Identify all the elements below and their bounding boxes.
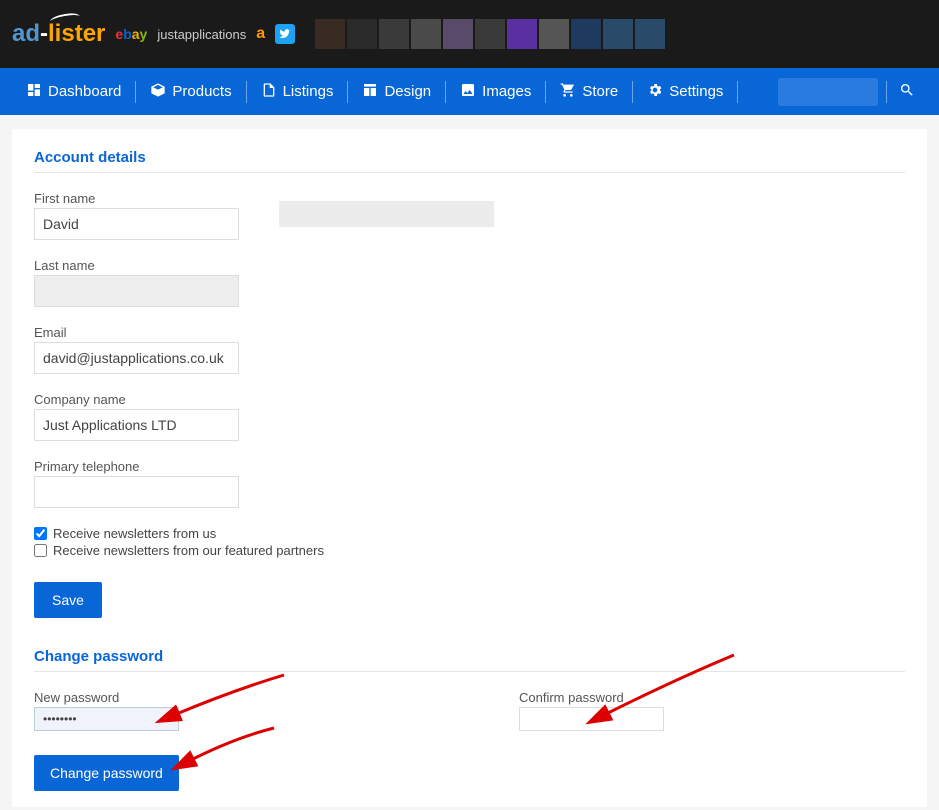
- page-content: Account details First name Last name Ema…: [12, 129, 927, 807]
- swatch: [507, 19, 537, 49]
- swatch: [571, 19, 601, 49]
- nav-images[interactable]: Images: [446, 68, 545, 115]
- nav-label: Products: [172, 83, 231, 100]
- twitter-icon[interactable]: [275, 24, 295, 44]
- field-new-password: New password: [34, 690, 179, 731]
- amazon-icon[interactable]: a: [256, 25, 265, 43]
- confirm-password-label: Confirm password: [519, 690, 664, 705]
- newsletter-partners-checkbox[interactable]: [34, 544, 47, 557]
- nav-dashboard[interactable]: Dashboard: [12, 68, 135, 115]
- email-label: Email: [34, 325, 905, 340]
- listings-icon: [261, 82, 277, 101]
- newsletter-us-checkbox[interactable]: [34, 527, 47, 540]
- checkbox-newsletter-us[interactable]: Receive newsletters from us: [34, 526, 905, 541]
- section-change-password: Change password: [34, 648, 905, 672]
- phone-label: Primary telephone: [34, 459, 905, 474]
- swatch: [603, 19, 633, 49]
- logo-part1: ad: [12, 20, 40, 48]
- nav-label: Images: [482, 83, 531, 100]
- swatch: [315, 19, 345, 49]
- confirm-password-input[interactable]: [519, 707, 664, 731]
- nav-label: Listings: [283, 83, 334, 100]
- redacted-patch: [279, 201, 494, 227]
- nav-search-button[interactable]: [887, 68, 927, 115]
- design-icon: [362, 82, 378, 101]
- nav-label: Design: [384, 83, 431, 100]
- first-name-input[interactable]: [34, 208, 239, 240]
- email-input[interactable]: [34, 342, 239, 374]
- phone-input[interactable]: [34, 476, 239, 508]
- ebay-logo[interactable]: ebay: [115, 26, 147, 42]
- nav-listings[interactable]: Listings: [247, 68, 348, 115]
- justapplications-link[interactable]: justapplications: [157, 27, 246, 42]
- nav-design[interactable]: Design: [348, 68, 445, 115]
- company-label: Company name: [34, 392, 905, 407]
- field-company: Company name: [34, 392, 905, 441]
- images-icon: [460, 82, 476, 101]
- checkbox-label: Receive newsletters from our featured pa…: [53, 543, 324, 558]
- last-name-input[interactable]: [34, 275, 239, 307]
- nav-products[interactable]: Products: [136, 68, 245, 115]
- password-row: New password Confirm password: [34, 690, 905, 731]
- swatch: [475, 19, 505, 49]
- new-password-label: New password: [34, 690, 179, 705]
- field-last-name: Last name: [34, 258, 905, 307]
- nav-settings[interactable]: Settings: [633, 68, 737, 115]
- annotation-arrow: [174, 723, 284, 776]
- swatch: [411, 19, 441, 49]
- nav-separator: [737, 81, 738, 103]
- gear-icon: [647, 82, 663, 101]
- nav-label: Store: [582, 83, 618, 100]
- nav-search-input[interactable]: [778, 78, 878, 106]
- field-phone: Primary telephone: [34, 459, 905, 508]
- store-icon: [560, 82, 576, 101]
- swatch: [539, 19, 569, 49]
- change-password-button[interactable]: Change password: [34, 755, 179, 791]
- logo-adlister[interactable]: ad - lister: [12, 20, 105, 48]
- search-icon: [899, 82, 915, 102]
- navbar: Dashboard Products Listings Design Image…: [0, 68, 939, 115]
- nav-store[interactable]: Store: [546, 68, 632, 115]
- swatch: [635, 19, 665, 49]
- field-email: Email: [34, 325, 905, 374]
- swatch: [379, 19, 409, 49]
- dashboard-icon: [26, 82, 42, 101]
- color-swatches: [315, 19, 665, 49]
- nav-label: Dashboard: [48, 83, 121, 100]
- swatch: [347, 19, 377, 49]
- checkbox-label: Receive newsletters from us: [53, 526, 216, 541]
- swatch: [443, 19, 473, 49]
- field-confirm-password: Confirm password: [519, 690, 664, 731]
- save-button[interactable]: Save: [34, 582, 102, 618]
- new-password-input[interactable]: [34, 707, 179, 731]
- checkbox-newsletter-partners[interactable]: Receive newsletters from our featured pa…: [34, 543, 905, 558]
- last-name-label: Last name: [34, 258, 905, 273]
- field-first-name: First name: [34, 191, 905, 240]
- nav-label: Settings: [669, 83, 723, 100]
- company-input[interactable]: [34, 409, 239, 441]
- topbar: ad - lister ebay justapplications a: [0, 0, 939, 68]
- section-account-details: Account details: [34, 149, 905, 173]
- products-icon: [150, 82, 166, 101]
- logo-dash: -: [40, 20, 48, 48]
